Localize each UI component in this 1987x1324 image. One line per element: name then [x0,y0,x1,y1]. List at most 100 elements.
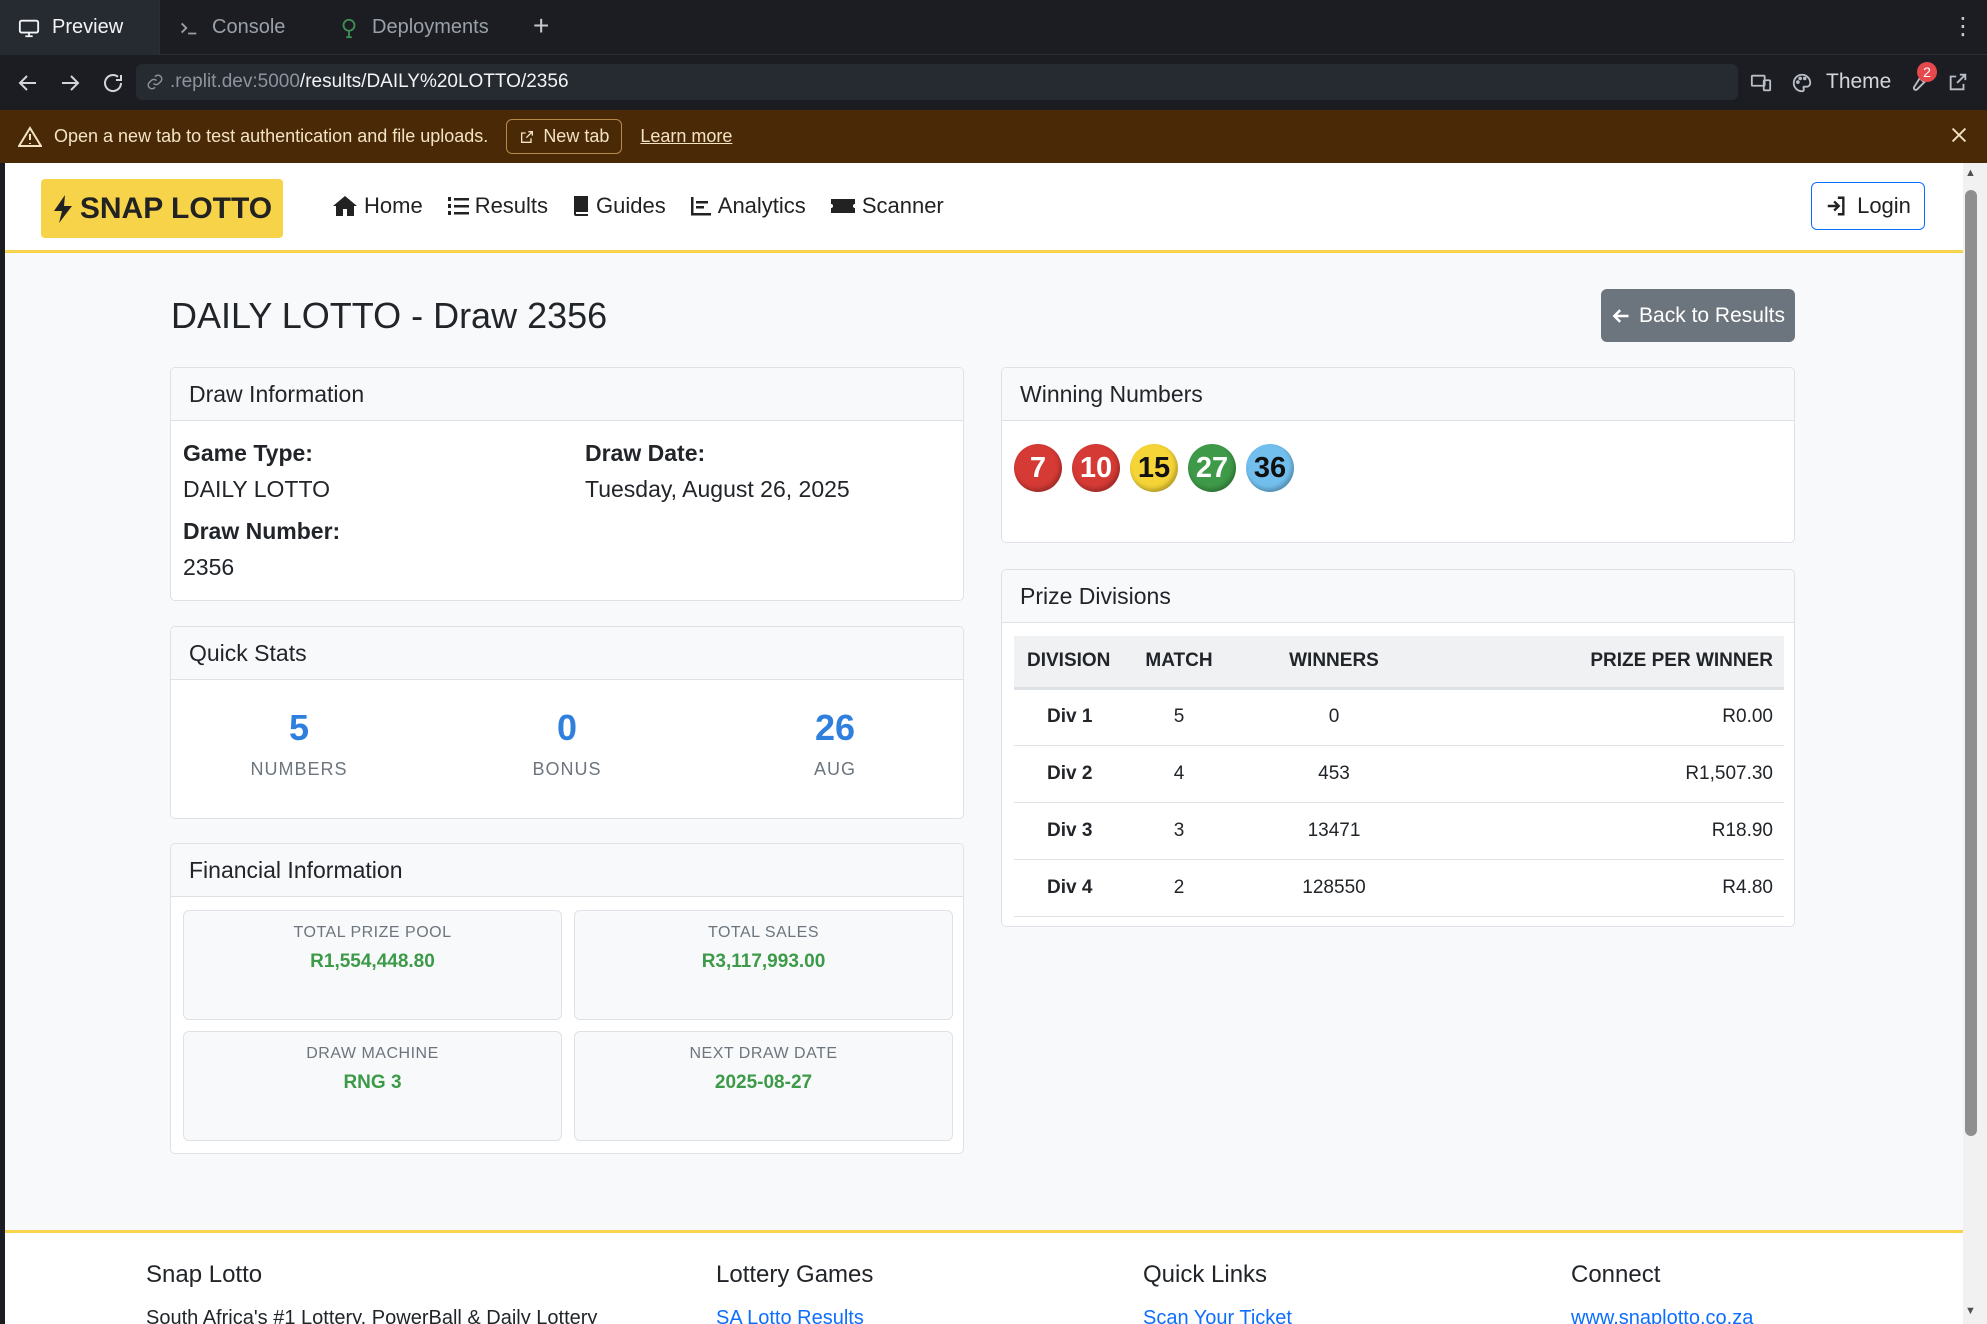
sign-in-icon [1825,195,1847,217]
reload-icon[interactable] [101,71,125,95]
draw-number-value: 2356 [183,554,235,580]
cell-prize: R0.00 [1439,688,1784,746]
lotto-ball: 27 [1188,444,1236,492]
lotto-ball: 7 [1014,444,1062,492]
footer-title: Quick Links [1143,1261,1268,1288]
brand-name: SNAP LOTTO [79,191,273,225]
tab-preview-label: Preview [52,16,124,38]
cell-winners: 128550 [1229,859,1439,917]
brand-logo[interactable]: SNAP LOTTO [41,179,283,238]
nav-item-label: Scanner [861,193,944,218]
nav-item-analytics[interactable]: Analytics [690,193,806,219]
footer-column-about: Snap Lotto South Africa's #1 Lottery, Po… [146,1261,597,1324]
forward-arrow-icon[interactable] [58,71,82,95]
cell-match: 5 [1129,688,1229,746]
cell-division: Div 3 [1014,802,1129,860]
login-button[interactable]: Login [1811,182,1925,230]
lotto-ball: 10 [1072,444,1120,492]
learn-more-link[interactable]: Learn more [640,126,732,147]
url-field[interactable]: .replit.dev:5000/results/DAILY%20LOTTO/2… [136,64,1738,100]
back-arrow-icon[interactable] [16,71,40,95]
new-tab-button[interactable]: New tab [506,119,623,154]
fin-label: DRAW MACHINE [306,1045,439,1062]
cell-division: Div 2 [1014,745,1129,803]
nav-links: Home Results Guides Analytics Scanner [332,193,944,219]
column-header: DIVISION [1014,636,1129,690]
banner-message: Open a new tab to test authentication an… [54,126,489,146]
footer-text: South Africa's #1 Lottery, PowerBall & D… [146,1307,598,1324]
quick-stats-card: Quick Stats 5 NUMBERS 0 BONUS 26 AUG [170,626,964,819]
cell-division: Div 4 [1014,859,1129,917]
stat-value: 5 [288,707,310,748]
footer-title: Snap Lotto [146,1261,263,1288]
app-viewport: SNAP LOTTO Home Results Guides Analytics… [5,163,1963,1324]
back-to-results-button[interactable]: Back to Results [1601,289,1795,342]
palette-icon[interactable] [1791,72,1813,94]
nav-item-label: Home [364,193,423,218]
game-type-label: Game Type: [183,440,313,466]
home-icon [332,195,358,217]
nav-item-label: Guides [596,193,666,218]
next-draw-date-box: NEXT DRAW DATE 2025-08-27 [574,1031,953,1141]
nav-item-label: Analytics [717,193,806,218]
nav-item-label: Results [474,193,549,218]
nav-item-scanner[interactable]: Scanner [830,193,944,219]
url-host: .replit.dev:5000 [170,71,300,92]
stat-label: AUG [813,759,856,779]
nav-item-results[interactable]: Results [447,193,548,219]
bolt-icon [52,194,74,224]
stat-value: 0 [556,707,578,748]
column-header: WINNERS [1229,636,1439,690]
fin-value: 2025-08-27 [714,1072,813,1093]
external-link-icon [519,129,535,145]
url-path: /results/DAILY%20LOTTO/2356 [299,71,569,92]
book-icon [572,195,590,217]
footer-link[interactable]: Scan Your Ticket [1143,1307,1292,1324]
card-header: Draw Information [171,368,963,421]
game-type-value: DAILY LOTTO [183,476,330,502]
arrow-left-icon [1611,306,1631,326]
table-row: Div 4 2 128550 R4.80 [1014,859,1784,917]
cell-winners: 13471 [1229,802,1439,860]
card-header: Prize Divisions [1002,570,1794,623]
prize-divisions-card: Prize Divisions DIVISION MATCH WINNERS P… [1001,569,1795,927]
footer-link[interactable]: SA Lotto Results [716,1307,873,1324]
fin-value: R1,554,448.80 [310,951,435,972]
close-icon[interactable] [1948,124,1970,146]
lotto-ball: 36 [1246,444,1294,492]
fin-label: TOTAL PRIZE POOL [293,924,452,941]
scroll-up-icon[interactable]: ▲ [1965,167,1976,179]
stat-value: 26 [814,707,856,748]
ticket-icon [830,197,856,215]
footer-column-quick-links: Quick Links Scan Your Ticket [1143,1261,1292,1324]
scrollbar-thumb[interactable] [1965,190,1977,1136]
terminal-icon [178,17,200,39]
notification-badge: 2 [1917,62,1937,82]
tab-console[interactable]: Console [160,0,320,55]
devices-icon[interactable] [1750,72,1772,94]
prize-divisions-table: DIVISION MATCH WINNERS PRIZE PER WINNER … [1014,636,1784,917]
warning-icon [18,125,42,148]
cell-prize: R1,507.30 [1439,745,1784,803]
stat-bonus: 0 BONUS [467,707,667,780]
cell-prize: R4.80 [1439,859,1784,917]
theme-label[interactable]: Theme [1826,70,1891,94]
tab-deployments-label: Deployments [372,16,489,38]
tab-preview[interactable]: Preview [0,0,160,55]
nav-item-guides[interactable]: Guides [572,193,666,219]
external-link-icon[interactable] [1947,71,1969,93]
nav-item-home[interactable]: Home [332,193,423,219]
more-options-icon[interactable]: ⋮ [1951,14,1975,40]
tab-deployments[interactable]: Deployments [320,0,520,55]
cell-prize: R18.90 [1439,802,1784,860]
footer-link[interactable]: www.snaplotto.co.za [1571,1307,1753,1324]
stat-numbers: 5 NUMBERS [199,707,399,780]
fin-label: TOTAL SALES [707,924,820,941]
scroll-down-icon[interactable]: ▼ [1965,1305,1976,1317]
column-header: MATCH [1129,636,1229,690]
draw-date-value: Tuesday, August 26, 2025 [585,476,850,502]
link-icon [146,73,170,91]
new-tab-plus-icon[interactable]: + [533,12,549,40]
cell-match: 3 [1129,802,1229,860]
column-header: PRIZE PER WINNER [1439,636,1784,690]
